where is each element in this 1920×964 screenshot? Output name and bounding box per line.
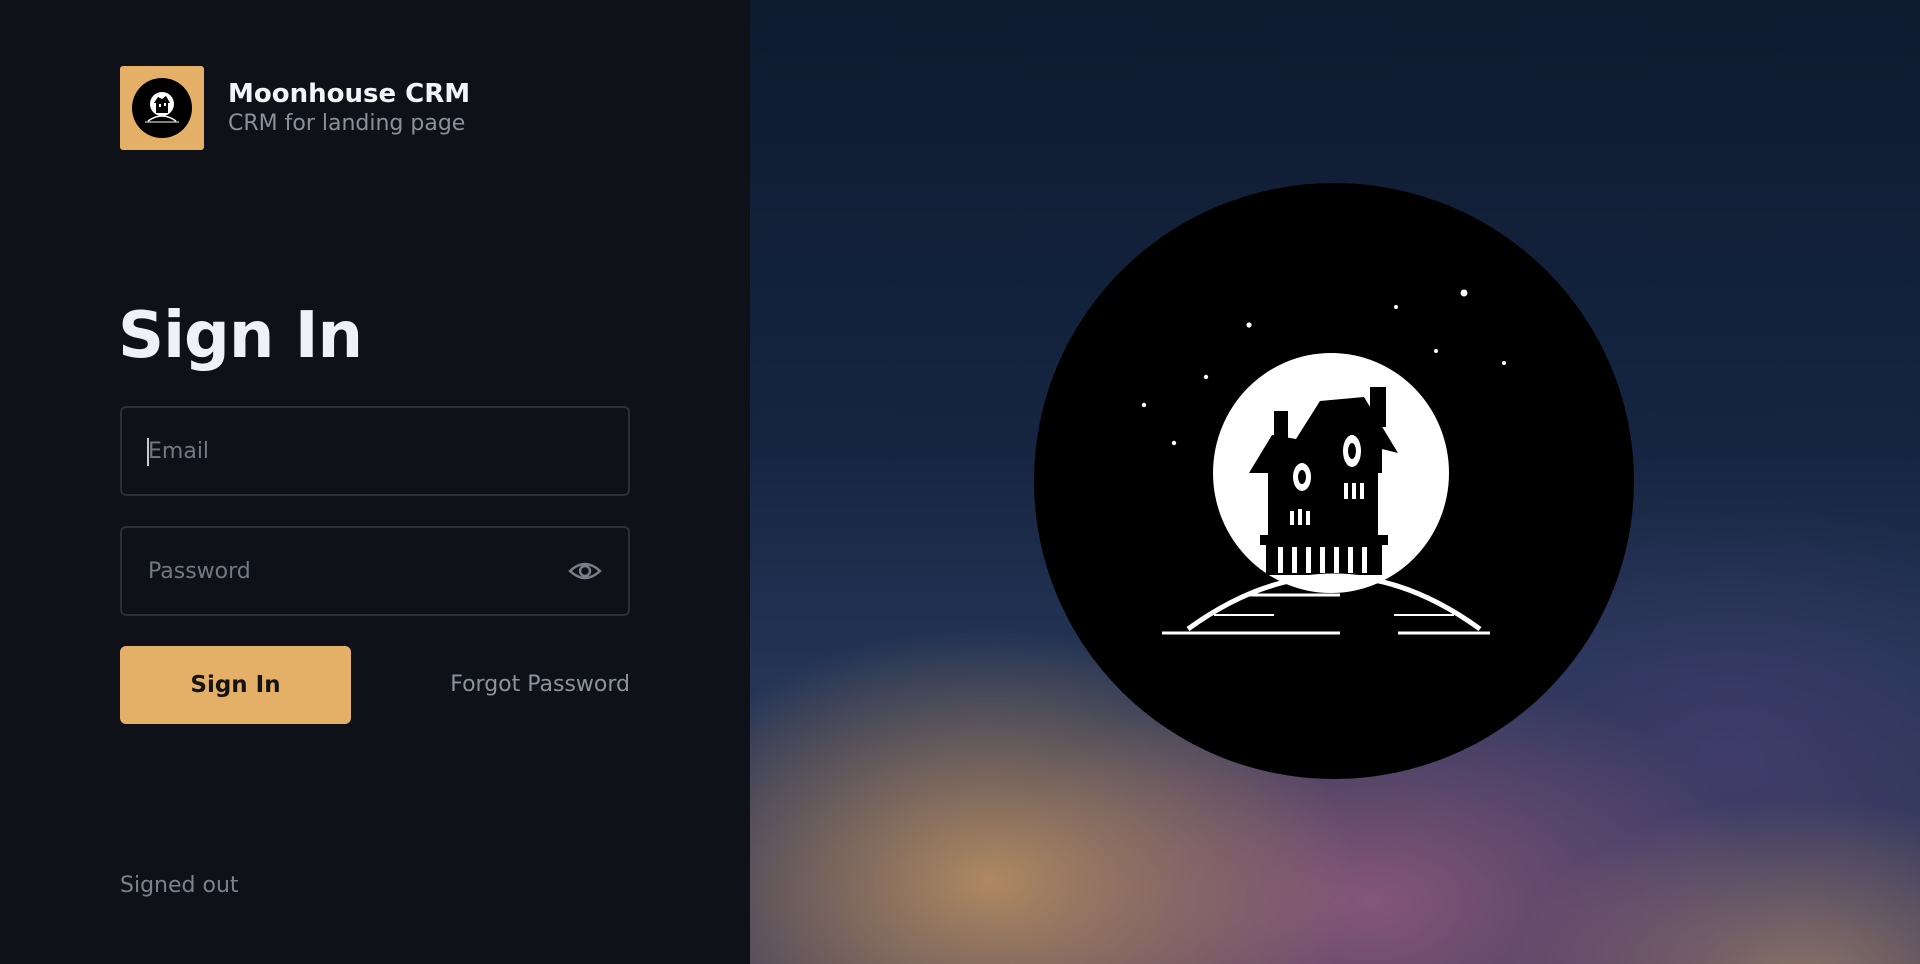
show-password-toggle[interactable] bbox=[568, 557, 602, 585]
brand-text: Moonhouse CRM CRM for landing page bbox=[228, 78, 470, 138]
eye-icon bbox=[568, 562, 602, 580]
auth-status-text: Signed out bbox=[120, 873, 239, 898]
haunted-house-moon-illustration bbox=[1034, 183, 1634, 779]
sign-in-button[interactable]: Sign In bbox=[120, 646, 351, 724]
brand-logo bbox=[120, 66, 204, 150]
haunted-house-moon-icon bbox=[132, 78, 192, 138]
password-field-container bbox=[120, 526, 630, 616]
page-title: Sign In bbox=[118, 299, 363, 373]
email-field-container bbox=[120, 406, 630, 496]
sign-in-panel: Moonhouse CRM CRM for landing page Sign … bbox=[0, 0, 750, 964]
brand-tagline: CRM for landing page bbox=[228, 111, 466, 136]
forgot-password-link[interactable]: Forgot Password bbox=[370, 670, 630, 700]
password-input[interactable] bbox=[122, 528, 628, 614]
brand: Moonhouse CRM CRM for landing page bbox=[120, 66, 470, 150]
hero-panel bbox=[750, 0, 1920, 964]
email-input[interactable] bbox=[122, 408, 628, 494]
brand-name: Moonhouse CRM bbox=[228, 79, 471, 109]
text-caret bbox=[147, 438, 149, 466]
